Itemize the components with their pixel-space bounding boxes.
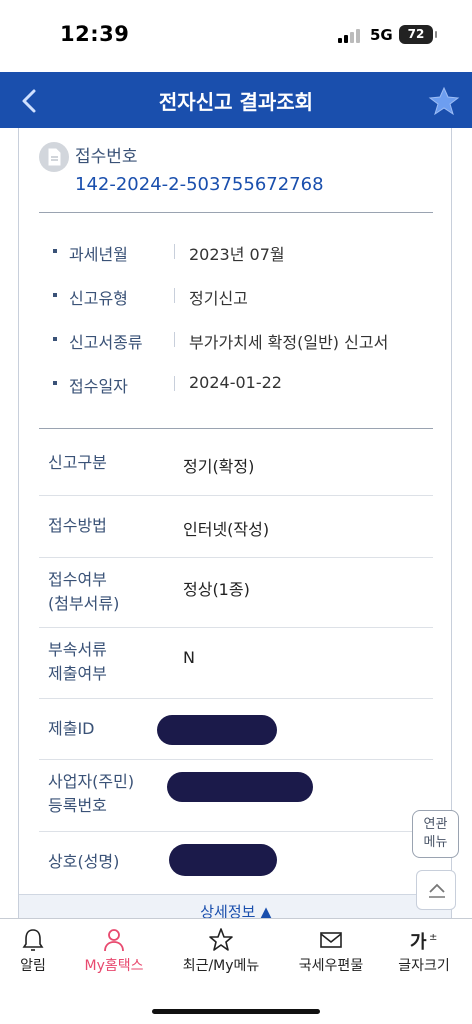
detail-value: 정기(확정) bbox=[183, 457, 255, 476]
summary-key: 과세년월 bbox=[69, 245, 128, 264]
battery-icon: 72 bbox=[399, 25, 437, 44]
summary-value: 2024-01-22 bbox=[189, 373, 282, 392]
summary-item: 접수일자 2024-01-22 bbox=[39, 368, 433, 398]
detail-value: N bbox=[183, 648, 195, 667]
detail-key-line: 부속서류 bbox=[48, 640, 107, 659]
summary-item: 과세년월 2023년 07월 bbox=[39, 236, 433, 266]
chevron-up-icon bbox=[429, 883, 445, 898]
bullet bbox=[53, 293, 57, 297]
document-icon bbox=[39, 142, 69, 172]
redacted-mark bbox=[167, 772, 313, 802]
svg-text:±: ± bbox=[429, 932, 437, 943]
table-row: 신고구분 정기(확정) bbox=[39, 429, 433, 496]
favorite-button[interactable] bbox=[428, 86, 460, 116]
nav-item-text-size[interactable]: 가 ± 글자크기 bbox=[377, 927, 471, 975]
text-size-icon: 가 ± bbox=[410, 932, 437, 953]
bell-icon bbox=[22, 929, 44, 951]
detail-key: 사업자(주민) 등록번호 bbox=[48, 770, 134, 818]
summary-key: 신고서종류 bbox=[69, 333, 143, 352]
result-panel: 접수번호 142-2024-2-503755672768 과세년월 2023년 … bbox=[18, 128, 452, 920]
detail-key: 접수방법 bbox=[48, 516, 107, 535]
detail-key-line: 제출여부 bbox=[48, 664, 107, 683]
related-menu-label: 연관 bbox=[423, 817, 448, 832]
table-row: 접수방법 인터넷(작성) bbox=[39, 496, 433, 558]
scroll-top-button[interactable] bbox=[416, 870, 456, 910]
nav-item-recent[interactable]: 최근/My메뉴 bbox=[174, 927, 268, 975]
nav-label: 글자크기 bbox=[398, 958, 450, 974]
receipt-number-label: 접수번호 bbox=[75, 147, 138, 167]
separator bbox=[174, 332, 175, 347]
table-row: 접수여부 (첨부서류) 정상(1종) bbox=[39, 558, 433, 628]
summary-value: 부가가치세 확정(일반) 신고서 bbox=[189, 333, 389, 352]
summary-item: 신고유형 정기신고 bbox=[39, 280, 433, 310]
nav-item-mail[interactable]: 국세우편물 bbox=[284, 927, 378, 975]
redacted-mark bbox=[169, 844, 277, 876]
bullet bbox=[53, 249, 57, 253]
nav-label: 국세우편물 bbox=[298, 958, 364, 974]
separator bbox=[174, 376, 175, 391]
table-row: 제출ID bbox=[39, 699, 433, 760]
detail-key-line: 등록번호 bbox=[48, 796, 107, 815]
signal-icon bbox=[338, 27, 364, 43]
mail-icon bbox=[320, 932, 342, 948]
detail-key-line: 사업자(주민) bbox=[48, 772, 135, 791]
table-row: 사업자(주민) 등록번호 bbox=[39, 760, 433, 832]
detail-key: 상호(성명) bbox=[48, 852, 120, 871]
separator bbox=[174, 244, 175, 259]
bullet bbox=[53, 381, 57, 385]
detail-value: 인터넷(작성) bbox=[183, 520, 270, 539]
detail-key: 신고구분 bbox=[48, 453, 107, 472]
star-outline-icon bbox=[209, 928, 233, 951]
detail-key-line: (첨부서류) bbox=[48, 594, 120, 613]
nav-item-my-hometax[interactable]: My홈택스 bbox=[67, 927, 161, 975]
star-icon bbox=[428, 86, 460, 116]
person-icon bbox=[104, 929, 124, 952]
status-bar: 12:39 5G 72 bbox=[0, 0, 472, 72]
detail-key-line: 접수여부 bbox=[48, 570, 107, 589]
summary-value: 정기신고 bbox=[189, 289, 248, 308]
status-time: 12:39 bbox=[60, 22, 130, 46]
app-header: 전자신고 결과조회 bbox=[0, 72, 472, 128]
summary-key: 접수일자 bbox=[69, 377, 128, 396]
redacted-mark bbox=[157, 715, 277, 745]
summary-key: 신고유형 bbox=[69, 289, 128, 308]
summary-value: 2023년 07월 bbox=[189, 245, 285, 264]
svg-text:가: 가 bbox=[410, 932, 427, 953]
detail-key: 부속서류 제출여부 bbox=[48, 638, 107, 686]
detail-key: 접수여부 (첨부서류) bbox=[48, 568, 119, 616]
separator bbox=[174, 288, 175, 303]
detail-toggle-button[interactable]: 상세정보 ▲ bbox=[19, 894, 451, 920]
summary-item: 신고서종류 부가가치세 확정(일반) 신고서 bbox=[39, 324, 433, 354]
table-row: 상호(성명) bbox=[39, 832, 433, 894]
detail-key: 제출ID bbox=[48, 719, 95, 738]
nav-label: 최근/My메뉴 bbox=[182, 958, 260, 974]
home-indicator bbox=[152, 1009, 320, 1014]
nav-label: My홈택스 bbox=[84, 958, 144, 974]
related-menu-button[interactable]: 연관 메뉴 bbox=[412, 810, 459, 858]
network-type: 5G bbox=[370, 26, 393, 44]
detail-value: 정상(1종) bbox=[183, 580, 250, 599]
related-menu-label: 메뉴 bbox=[423, 835, 448, 850]
page-title: 전자신고 결과조회 bbox=[158, 90, 314, 114]
table-row: 부속서류 제출여부 N bbox=[39, 628, 433, 699]
receipt-number: 142-2024-2-503755672768 bbox=[75, 174, 324, 195]
divider bbox=[39, 212, 433, 213]
bullet bbox=[53, 337, 57, 341]
